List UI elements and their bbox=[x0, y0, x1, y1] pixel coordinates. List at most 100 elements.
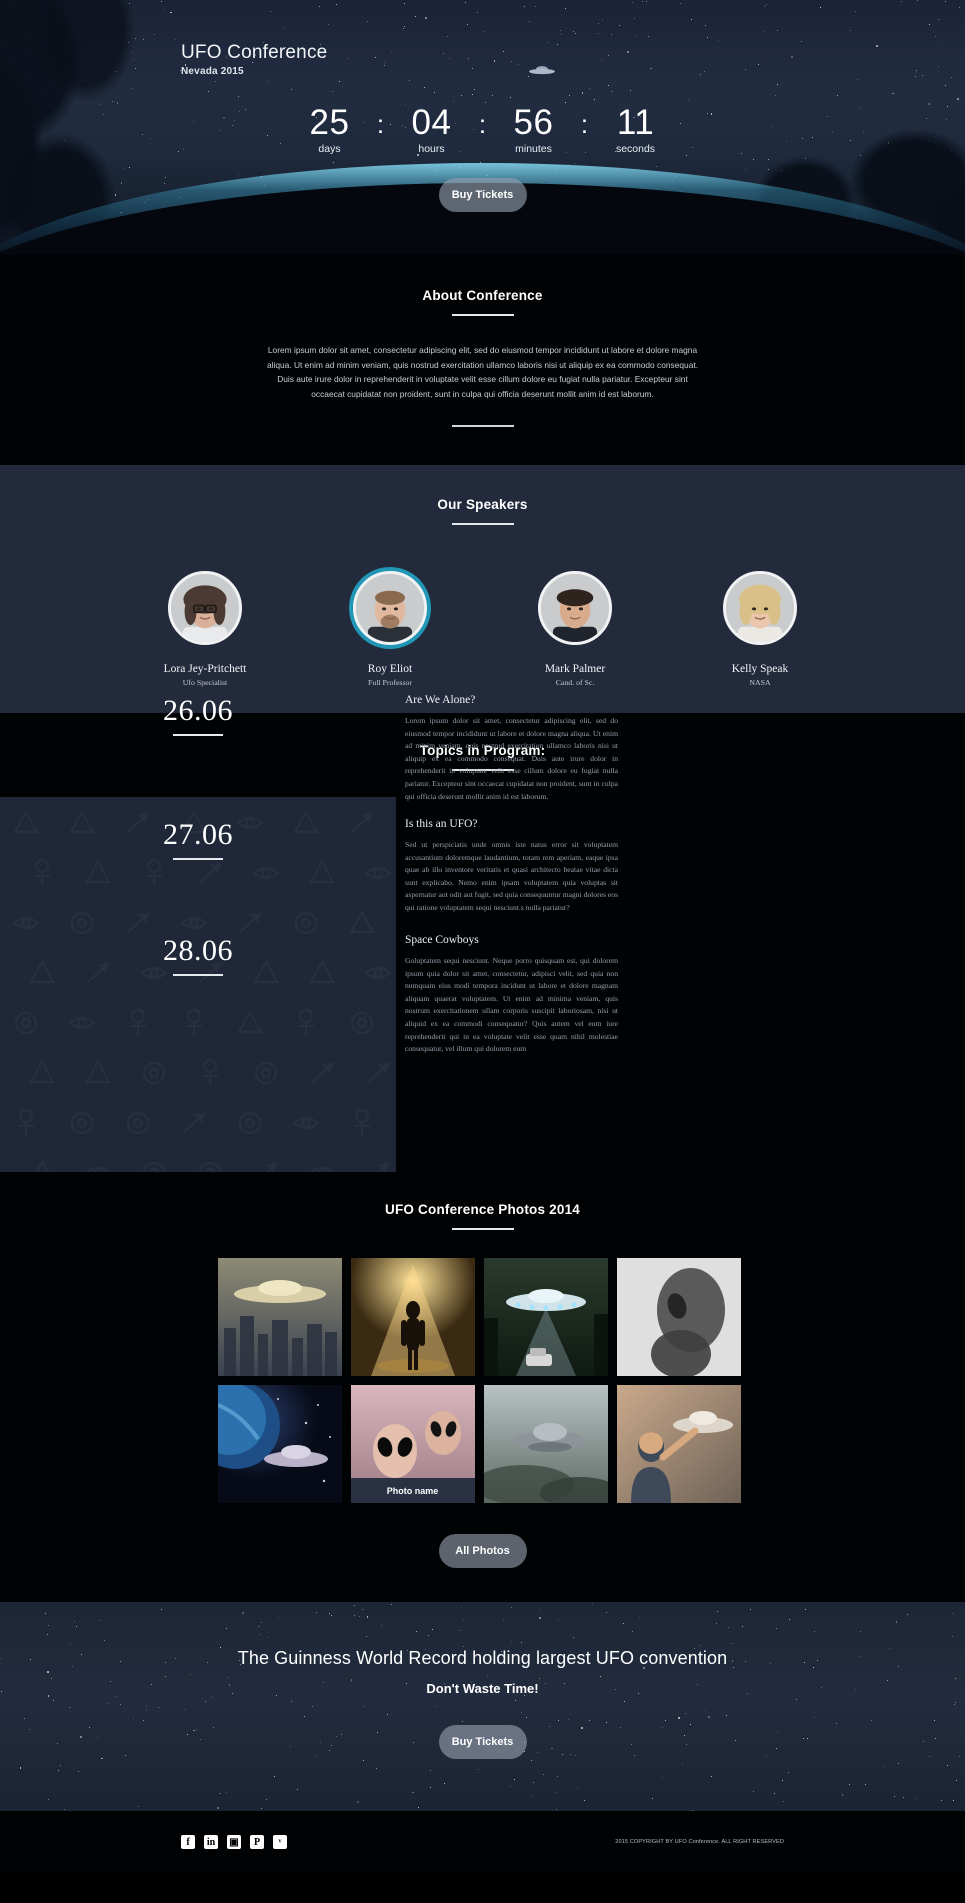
countdown-days-value: 25 bbox=[309, 103, 350, 142]
photo-thumbnail[interactable] bbox=[616, 1385, 741, 1503]
speaker-name: Kelly Speak bbox=[731, 663, 789, 675]
topic-row: 28.06 Space Cowboys Goluptatem sequi nesci… bbox=[0, 934, 965, 1056]
photo-thumbnail[interactable] bbox=[483, 1385, 608, 1503]
photo-image bbox=[616, 1258, 741, 1376]
all-photos-button[interactable]: All Photos bbox=[438, 1534, 527, 1568]
speakers-list: Lora Jey-Pritchett Ufo Specialist Roy Elio… bbox=[0, 567, 965, 687]
topic-heading: Is this an UFO? bbox=[405, 818, 478, 830]
footer: f in ▣ Pᵛ 2015 COPYRIGHT BY UFO Conference.… bbox=[0, 1811, 965, 1873]
landing-page: UFO Conference Nevada 2015 25 days : 04 … bbox=[0, 0, 965, 1873]
speaker-role: NASA bbox=[749, 678, 771, 687]
instagram-icon[interactable]: ▣ bbox=[227, 1835, 241, 1849]
photo-thumbnail[interactable]: Photo name bbox=[350, 1385, 475, 1503]
countdown-days: 25 days bbox=[286, 103, 374, 156]
topic-paragraph: Lorem ipsum dolor sit amet, consectetur … bbox=[405, 716, 618, 801]
photo-image bbox=[217, 1385, 342, 1503]
speaker-card[interactable]: Kelly Speak NASA bbox=[694, 567, 826, 687]
about-paragraph: Lorem ipsum dolor sit amet, consectetur … bbox=[266, 345, 699, 399]
photo-image bbox=[350, 1258, 475, 1376]
speaker-role: Cand. of Sc. bbox=[555, 678, 595, 687]
speaker-avatar-ring bbox=[719, 567, 801, 649]
linkedin-icon[interactable]: in bbox=[204, 1835, 218, 1849]
topic-text-cell: Is this an UFO? Sed ut perspiciatis unde … bbox=[396, 818, 618, 915]
topic-paragraph: Sed ut perspiciatis unde omnis iste natu… bbox=[405, 840, 618, 912]
topic-date-cell: 28.06 bbox=[0, 934, 396, 1056]
topic-date-divider bbox=[173, 974, 223, 976]
topic-date: 26.06 bbox=[163, 694, 233, 727]
topic-heading: Space Cowboys bbox=[405, 934, 479, 946]
countdown-seconds: 11 seconds bbox=[592, 103, 680, 156]
speaker-card[interactable]: Lora Jey-Pritchett Ufo Specialist bbox=[139, 567, 271, 687]
speakers-section: Our Speakers Lora Jey-Pritchett Ufo Speci… bbox=[0, 465, 965, 713]
speaker-name: Roy Eliot bbox=[367, 663, 413, 675]
countdown-separator: : bbox=[376, 109, 385, 139]
photo-thumbnail[interactable] bbox=[217, 1258, 342, 1376]
page-subtitle: Nevada 2015 bbox=[181, 66, 244, 77]
countdown-seconds-label: seconds bbox=[615, 143, 656, 155]
hero-section: UFO Conference Nevada 2015 25 days : 04 … bbox=[0, 0, 965, 255]
countdown-minutes: 56 minutes bbox=[490, 103, 578, 156]
about-title: About Conference bbox=[422, 288, 543, 303]
photo-thumbnail[interactable] bbox=[217, 1385, 342, 1503]
cta-headline: The Guinness World Record holding larges… bbox=[237, 1648, 728, 1668]
photo-image bbox=[483, 1258, 608, 1376]
speaker-card[interactable]: Roy Eliot Full Professor bbox=[324, 567, 456, 687]
cta-buy-tickets-button[interactable]: Buy Tickets bbox=[438, 1725, 527, 1759]
cta-section: The Guinness World Record holding larges… bbox=[0, 1602, 965, 1811]
countdown-separator: : bbox=[478, 109, 487, 139]
topic-text-cell: Space Cowboys Goluptatem sequi nesciunt. … bbox=[396, 934, 618, 1056]
page-title: UFO Conference bbox=[181, 42, 328, 63]
topic-paragraph: Goluptatem sequi nesciunt. Neque porro q… bbox=[405, 956, 618, 1054]
cta-subline: Don't Waste Time! bbox=[426, 1681, 539, 1696]
countdown-days-label: days bbox=[318, 143, 341, 155]
photo-image bbox=[217, 1258, 342, 1376]
countdown-timer: 25 days : 04 hours : 56 minutes : 11 sec… bbox=[0, 103, 965, 156]
avatar bbox=[168, 571, 242, 645]
speaker-avatar-ring bbox=[349, 567, 431, 649]
speaker-name: Mark Palmer bbox=[544, 663, 606, 675]
countdown-minutes-label: minutes bbox=[515, 143, 552, 155]
countdown-minutes-value: 56 bbox=[513, 103, 554, 142]
speakers-divider bbox=[451, 523, 514, 525]
topic-text-cell: Are We Alone? Lorem ipsum dolor sit amet,… bbox=[396, 694, 618, 803]
speakers-title: Our Speakers bbox=[437, 497, 528, 512]
cta-starfield-background bbox=[0, 1602, 965, 1811]
photo-thumbnail[interactable] bbox=[483, 1258, 608, 1376]
speaker-role: Full Professor bbox=[368, 678, 412, 687]
speaker-card[interactable]: Mark Palmer Cand. of Sc. bbox=[509, 567, 641, 687]
avatar bbox=[353, 571, 427, 645]
about-divider bbox=[451, 314, 514, 316]
speaker-avatar-ring bbox=[534, 567, 616, 649]
countdown-seconds-value: 11 bbox=[616, 103, 655, 142]
social-links: f in ▣ Pᵛ bbox=[181, 1835, 287, 1849]
about-bottom-divider bbox=[451, 425, 514, 427]
countdown-hours-label: hours bbox=[418, 143, 445, 155]
topic-date-divider bbox=[173, 734, 223, 736]
topic-date-divider bbox=[173, 858, 223, 860]
pinterest-icon[interactable]: P bbox=[250, 1835, 264, 1849]
topic-date: 27.06 bbox=[163, 818, 233, 851]
avatar bbox=[723, 571, 797, 645]
topic-row: 26.06 Are We Alone? Lorem ipsum dolor sit … bbox=[0, 694, 965, 803]
countdown-hours: 04 hours bbox=[388, 104, 476, 156]
photo-thumbnail[interactable] bbox=[350, 1258, 475, 1376]
topic-date-cell: 26.06 bbox=[0, 694, 396, 803]
countdown-separator: : bbox=[580, 109, 589, 139]
topic-row: 27.06 Is this an UFO? Sed ut perspiciatis … bbox=[0, 818, 965, 915]
topic-date-cell: 27.06 bbox=[0, 818, 396, 915]
hero-buy-tickets-button[interactable]: Buy Tickets bbox=[438, 178, 527, 212]
facebook-icon[interactable]: f bbox=[181, 1835, 195, 1849]
speaker-avatar-ring bbox=[164, 567, 246, 649]
photos-section: UFO Conference Photos 2014 Photo name Al… bbox=[0, 1172, 965, 1602]
copyright-text: 2015 COPYRIGHT BY UFO Conference. ALL RI… bbox=[615, 1839, 784, 1845]
speaker-role: Ufo Specialist bbox=[182, 678, 228, 687]
photos-divider bbox=[451, 1228, 514, 1230]
twitter-icon[interactable]: ᵛ bbox=[273, 1835, 287, 1849]
photos-title: UFO Conference Photos 2014 bbox=[385, 1202, 580, 1217]
about-section: About Conference Lorem ipsum dolor sit a… bbox=[0, 255, 965, 465]
photo-thumbnail[interactable] bbox=[616, 1258, 741, 1376]
photo-gallery-grid: Photo name bbox=[217, 1258, 748, 1503]
avatar bbox=[538, 571, 612, 645]
photo-image bbox=[483, 1385, 608, 1503]
photo-image bbox=[616, 1385, 741, 1503]
